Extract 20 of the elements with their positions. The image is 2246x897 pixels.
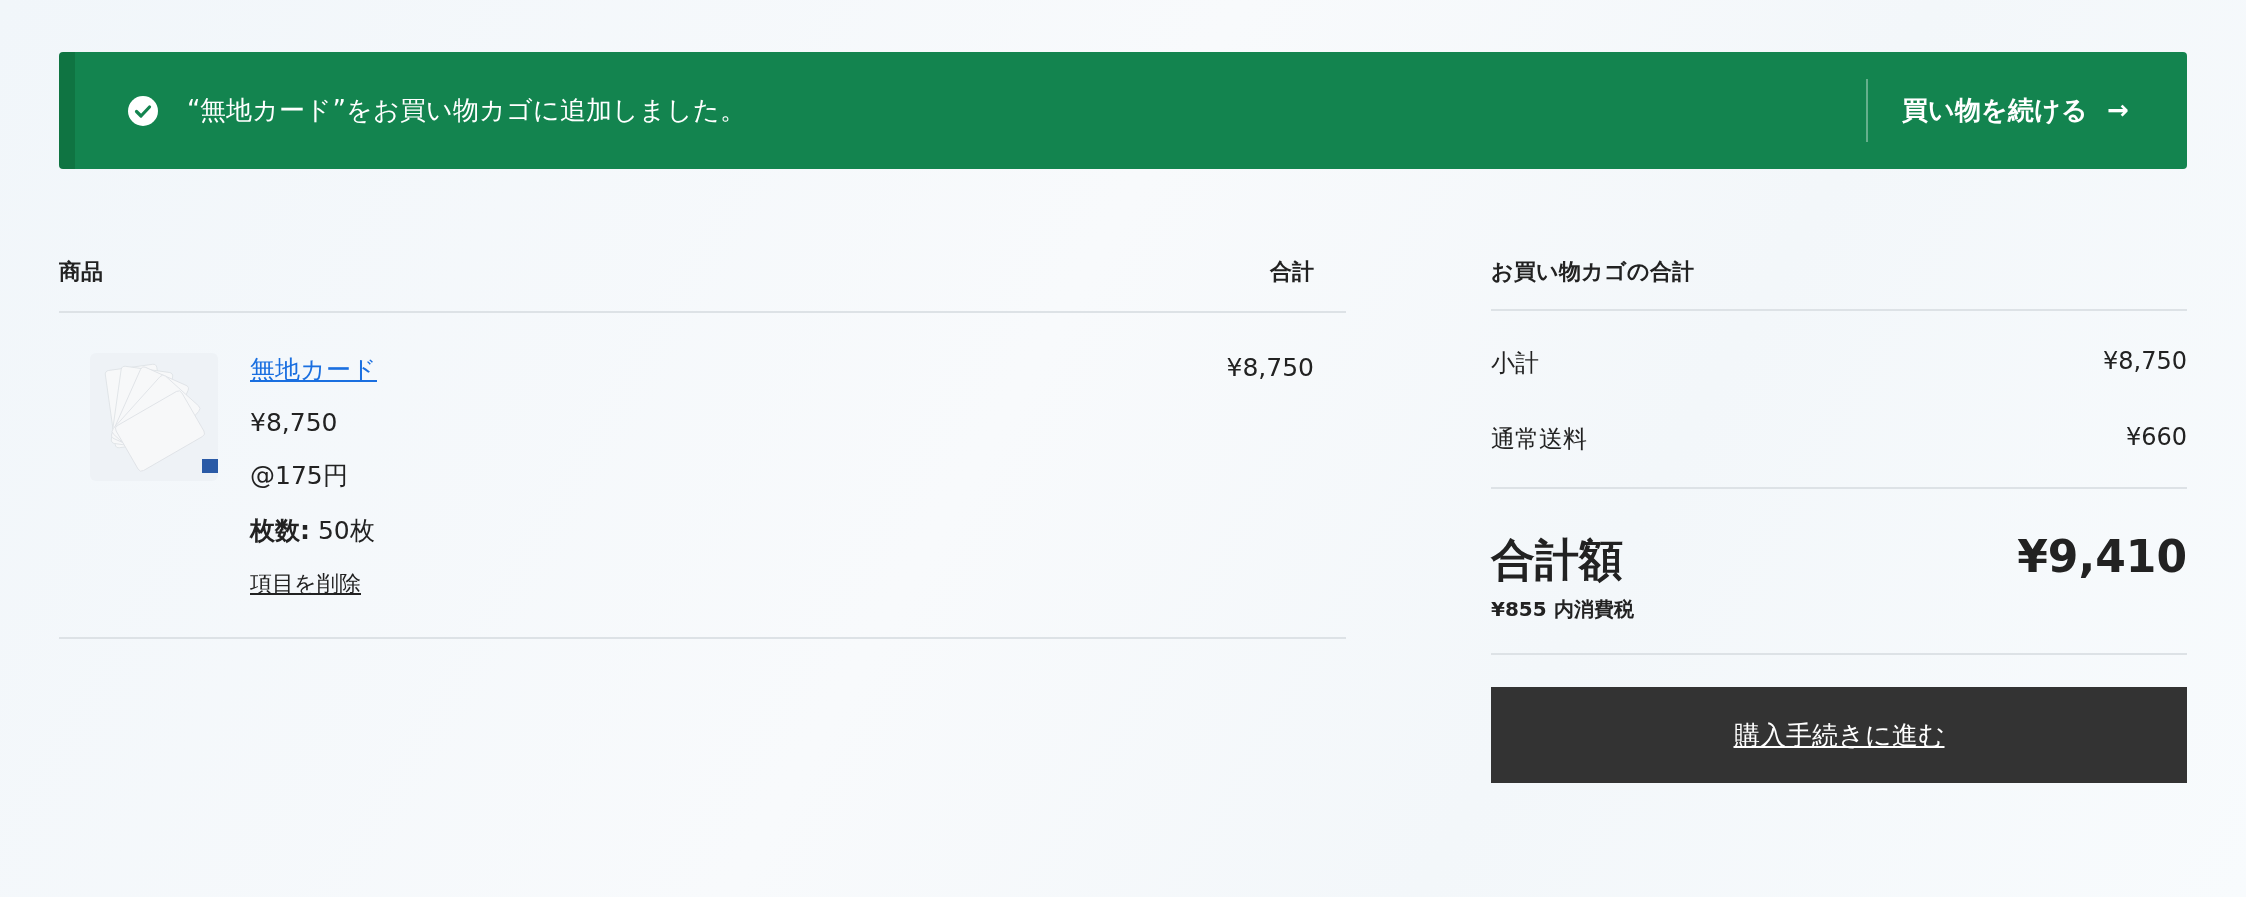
checkout-button[interactable]: 購入手続きに進む [1491,687,2187,783]
product-link[interactable]: 無地カード [250,353,1227,386]
totals-label: 小計 [1491,348,1539,379]
totals-value: ¥660 [2125,423,2187,453]
column-header: 合計 [1270,258,1314,286]
unit-price: @175円 [250,460,349,492]
continue-shopping-link[interactable]: 買い物を続ける → [1866,79,2129,142]
tax-note: ¥855 内消費税 [1491,596,1634,623]
column-header: 商品 [59,258,103,286]
line-total: ¥8,750 [1226,353,1314,382]
grand-total-value: ¥9,410 [2017,531,2187,582]
cart-totals-title: お買い物カゴの合計 [1491,239,2187,311]
notice-message: “無地カード”をお買い物カゴに追加しました。 [187,94,746,127]
check-circle-icon [127,94,159,127]
product-price: ¥8,750 [250,408,339,437]
totals-value: ¥8,750 [2103,347,2187,377]
remove-item-link[interactable]: 項目を削除 [250,569,1227,599]
product-attribute: 枚数: 50枚 [250,515,376,547]
totals-label: 通常送料 [1491,424,1587,455]
grand-total-label: 合計額 [1491,533,1624,587]
